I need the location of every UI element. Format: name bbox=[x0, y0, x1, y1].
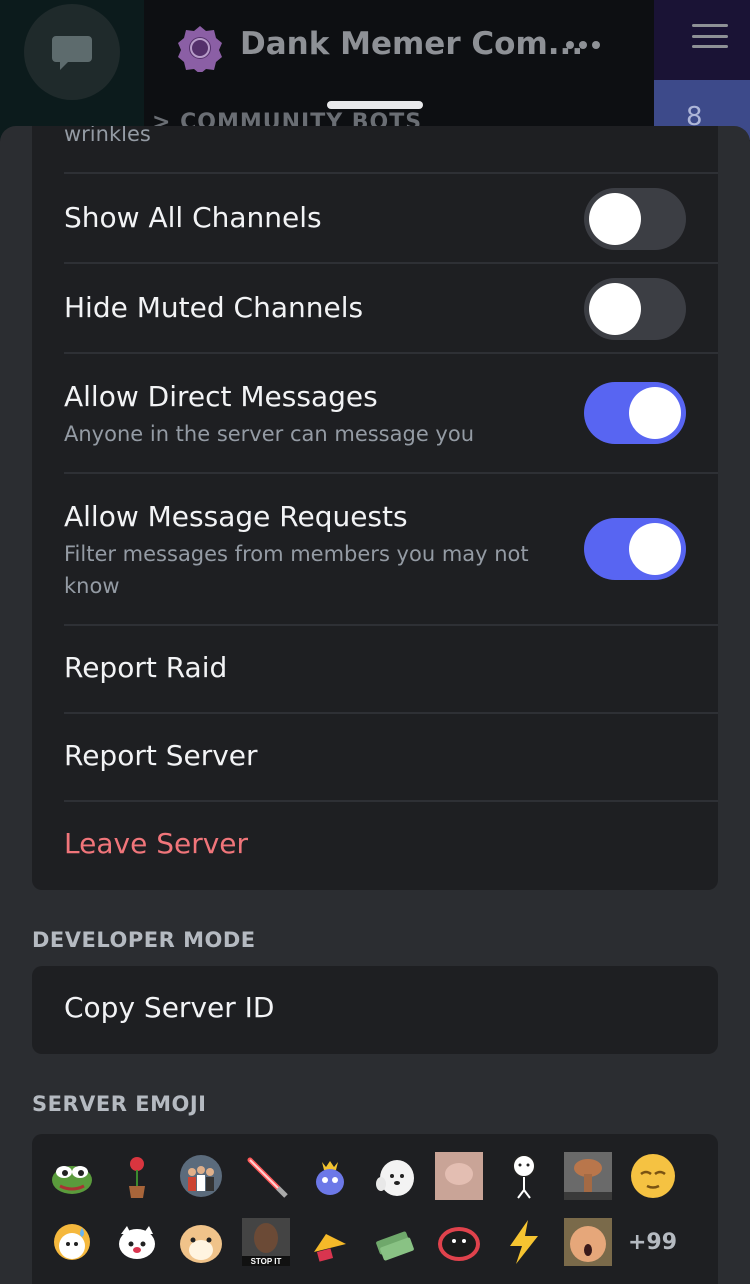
developer-mode-heading: DEVELOPER MODE bbox=[32, 928, 256, 952]
report-raid-row[interactable]: Report Raid bbox=[64, 624, 718, 712]
hamster-emoji bbox=[177, 1218, 225, 1266]
background-app: Dank Memer Com... 8 new > COMMUNITY BOTS bbox=[0, 0, 750, 162]
allow-message-requests-toggle[interactable] bbox=[584, 518, 686, 580]
allow-message-requests-row[interactable]: Allow Message Requests Filter messages f… bbox=[64, 472, 718, 624]
allow-direct-messages-row[interactable]: Allow Direct Messages Anyone in the serv… bbox=[64, 352, 718, 472]
sweating-sun-emoji bbox=[48, 1218, 96, 1266]
cat-sticker-emoji bbox=[113, 1218, 161, 1266]
developer-card: Copy Server ID bbox=[32, 966, 718, 1054]
leave-server-row[interactable]: Leave Server bbox=[64, 800, 718, 890]
stop-it-meme-emoji: STOP IT bbox=[241, 1218, 290, 1266]
lightning-bolt-emoji bbox=[500, 1218, 548, 1266]
lightsaber-emoji bbox=[242, 1152, 290, 1200]
row-label: Copy Server ID bbox=[64, 991, 275, 1024]
server-emoji-heading: SERVER EMOJI bbox=[32, 1092, 207, 1116]
row-label: Show All Channels bbox=[64, 201, 322, 234]
relieved-face-emoji bbox=[629, 1152, 677, 1200]
hide-muted-channels-row[interactable]: Hide Muted Channels bbox=[64, 262, 718, 352]
row-description: Filter messages from members you may not… bbox=[64, 542, 529, 598]
copy-server-id-row[interactable]: Copy Server ID bbox=[64, 966, 718, 1054]
row-label: Report Raid bbox=[64, 651, 228, 684]
surprised-face-emoji bbox=[564, 1218, 612, 1266]
server-settings-sheet: wrinkles Show All Channels Hide Muted Ch… bbox=[0, 126, 750, 1284]
server-globe-icon bbox=[178, 26, 222, 72]
settings-card: wrinkles Show All Channels Hide Muted Ch… bbox=[32, 126, 718, 890]
more-options-icon[interactable] bbox=[566, 38, 602, 52]
pepe-frog-emoji bbox=[48, 1152, 96, 1200]
pinched-cheek-emoji bbox=[435, 1152, 483, 1200]
allow-direct-messages-toggle[interactable] bbox=[584, 382, 686, 444]
report-server-row[interactable]: Report Server bbox=[64, 712, 718, 800]
show-all-channels-toggle[interactable] bbox=[584, 188, 686, 250]
emoji-grid: STOP IT +99 bbox=[48, 1152, 708, 1266]
mushroom-cloud-emoji bbox=[564, 1152, 612, 1200]
row-label: Allow Direct Messages bbox=[64, 380, 378, 413]
direct-messages-button[interactable] bbox=[24, 4, 120, 100]
flower-pot-emoji bbox=[113, 1152, 161, 1200]
sheet-grab-handle[interactable] bbox=[327, 101, 423, 109]
row-label: Allow Message Requests bbox=[64, 500, 408, 533]
row-label: Hide Muted Channels bbox=[64, 291, 364, 324]
crowned-robot-emoji bbox=[306, 1152, 354, 1200]
hide-muted-channels-toggle[interactable] bbox=[584, 278, 686, 340]
row-label: Report Server bbox=[64, 739, 258, 772]
chat-bubble-icon bbox=[52, 36, 92, 70]
money-stack-emoji bbox=[371, 1218, 419, 1266]
hamburger-menu-icon[interactable] bbox=[692, 24, 728, 48]
svg-text:STOP IT: STOP IT bbox=[250, 1257, 281, 1266]
stick-figure-emoji bbox=[500, 1152, 548, 1200]
server-name[interactable]: Dank Memer Com... bbox=[240, 26, 583, 62]
row-description: Anyone in the server can message you bbox=[64, 422, 475, 446]
show-all-channels-row[interactable]: Show All Channels bbox=[64, 172, 718, 262]
samoyed-dog-emoji bbox=[371, 1152, 419, 1200]
group-photo-emoji bbox=[177, 1152, 225, 1200]
more-emoji-count[interactable]: +99 bbox=[628, 1218, 677, 1266]
red-blob-emoji bbox=[435, 1218, 483, 1266]
row-label: Leave Server bbox=[64, 827, 249, 860]
cheese-cat-emoji bbox=[306, 1218, 354, 1266]
partial-row-text: wrinkles bbox=[64, 126, 151, 146]
